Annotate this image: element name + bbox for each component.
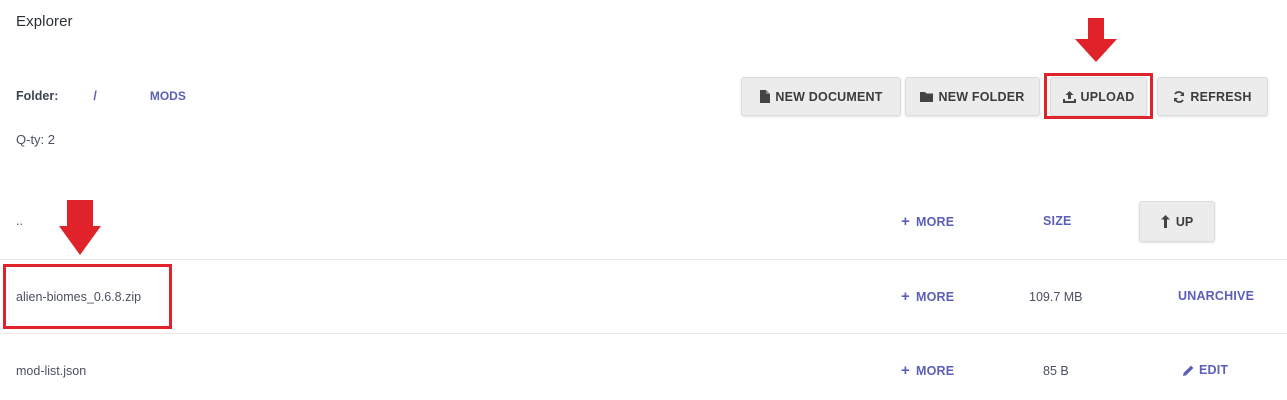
breadcrumb-root[interactable]: / (93, 89, 96, 103)
upload-highlight-box (1044, 73, 1153, 119)
file-name[interactable]: alien-biomes_0.6.8.zip (16, 290, 141, 304)
new-document-label: NEW DOCUMENT (775, 89, 883, 104)
more-label: MORE (915, 214, 955, 229)
plus-icon: + (901, 288, 910, 305)
page-title: Explorer (16, 13, 73, 30)
plus-icon: + (901, 213, 910, 230)
up-arrow-icon (1160, 215, 1170, 228)
up-button[interactable]: UP (1139, 201, 1215, 242)
new-document-button[interactable]: NEW DOCUMENT (741, 77, 901, 116)
down-arrow-annotation (59, 200, 101, 255)
parent-directory-link[interactable]: .. (16, 214, 23, 228)
folder-icon (920, 92, 934, 102)
edit-button[interactable]: EDIT (1183, 363, 1228, 377)
file-name[interactable]: mod-list.json (16, 364, 86, 378)
folder-breadcrumb: Folder: / MODS (16, 89, 186, 103)
refresh-label: REFRESH (1190, 89, 1252, 104)
folder-label: Folder: (16, 89, 59, 103)
document-icon (760, 90, 771, 103)
size-column-header[interactable]: SIZE (1043, 214, 1072, 228)
breadcrumb-current-folder[interactable]: MODS (150, 89, 186, 103)
plus-icon: + (901, 362, 910, 379)
item-count: Q-ty: 2 (16, 132, 56, 147)
edit-label: EDIT (1199, 363, 1229, 377)
more-button[interactable]: + MORE (901, 289, 954, 304)
refresh-icon (1174, 90, 1185, 103)
up-label: UP (1175, 214, 1194, 229)
more-label: MORE (915, 289, 955, 304)
row-divider (0, 259, 1287, 260)
file-size: 85 B (1043, 364, 1069, 378)
row-divider (0, 333, 1287, 334)
pencil-icon (1183, 365, 1194, 376)
file-size: 109.7 MB (1029, 290, 1083, 304)
down-arrow-annotation (1075, 18, 1117, 62)
new-folder-label: NEW FOLDER (938, 89, 1025, 104)
more-button[interactable]: + MORE (901, 363, 954, 378)
refresh-button[interactable]: REFRESH (1157, 77, 1268, 116)
unarchive-button[interactable]: UNARCHIVE (1178, 289, 1254, 303)
more-label: MORE (915, 363, 955, 378)
new-folder-button[interactable]: NEW FOLDER (905, 77, 1040, 116)
more-button[interactable]: + MORE (901, 214, 954, 229)
